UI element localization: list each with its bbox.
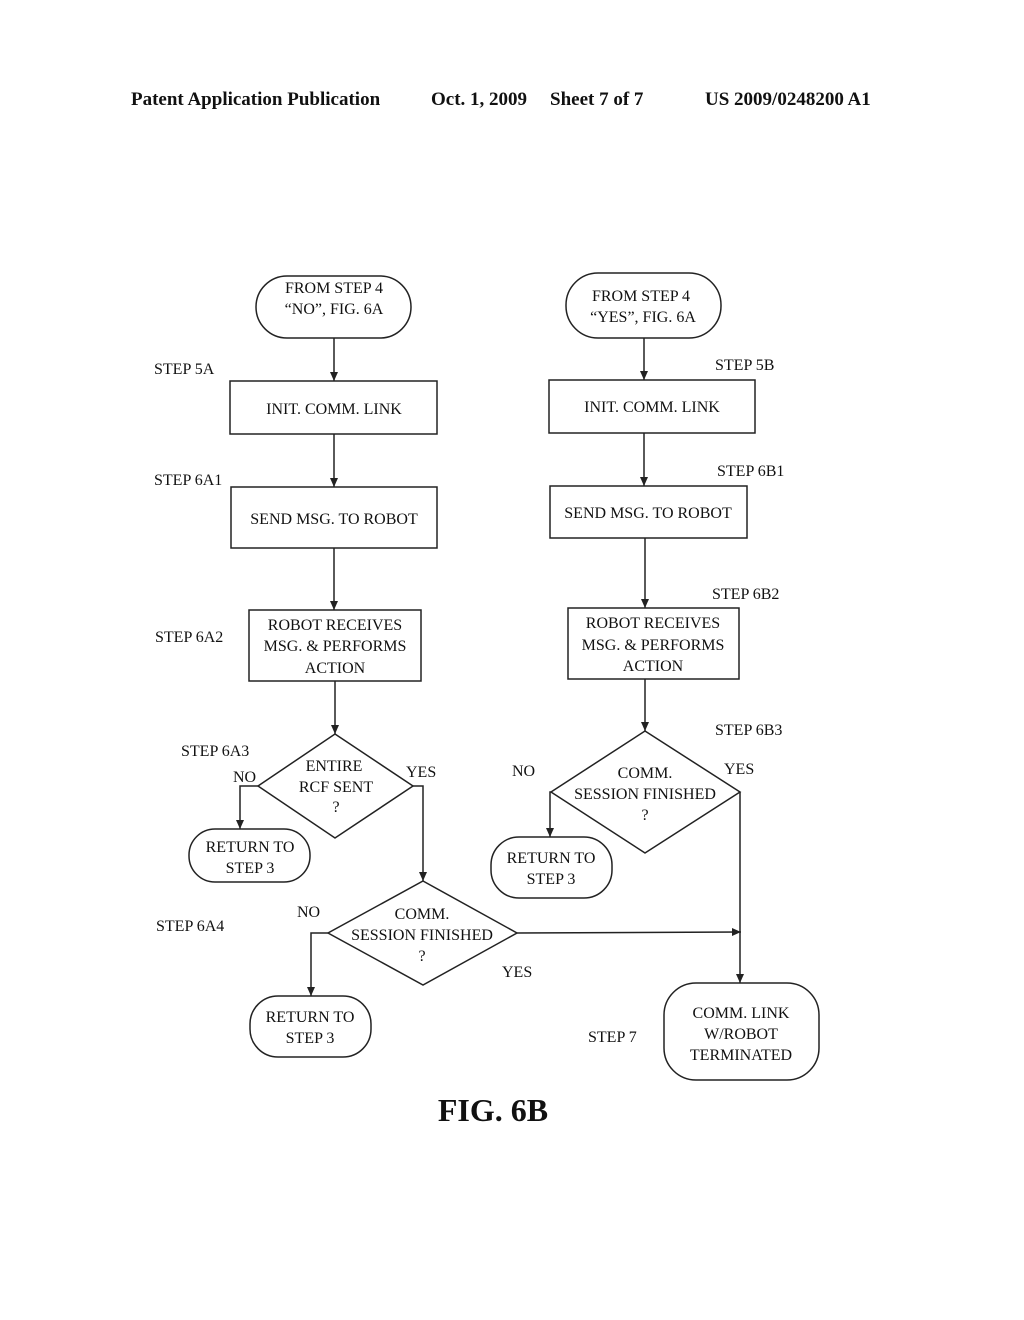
arrow-connector [307,932,328,996]
box-6a2-line1: ROBOT RECEIVES [268,617,402,634]
step-label-6a1: STEP 6A1 [154,472,222,489]
arrow-connector [236,785,258,829]
box-6b2-line2: MSG. & PERFORMS [582,637,725,654]
terminal-start-left: FROM STEP 4 “NO”, FIG. 6A [255,275,412,339]
terminal-return-b3: RETURN TO STEP 3 [490,836,613,899]
decision-6a4-yes-label: YES [502,964,532,981]
flowchart: FROM STEP 4 “NO”, FIG. 6A STEP 5A INIT. … [154,272,820,1128]
decision-6b3-line2: SESSION FINISHED [574,786,716,803]
box-5b-text: INIT. COMM. LINK [584,399,720,416]
terminal-return-a4: RETURN TO STEP 3 [249,995,372,1058]
return-a3-line2: STEP 3 [226,860,275,877]
step-7-line3: TERMINATED [690,1047,792,1064]
terminal-step-7: COMM. LINK W/ROBOT TERMINATED [663,982,820,1081]
return-b3-line1: RETURN TO [507,850,596,867]
decision-6b3-line1: COMM. [618,765,673,782]
decision-6a3-line3: ? [332,799,339,816]
step-label-6b1: STEP 6B1 [717,463,784,480]
box-6b2-line1: ROBOT RECEIVES [586,615,720,632]
process-box-5a: INIT. COMM. LINK [229,380,438,435]
decision-6b3-no-label: NO [512,763,535,780]
decision-6a4-line1: COMM. [395,906,450,923]
decision-6b3-line3: ? [641,807,648,824]
step-label-5a: STEP 5A [154,361,215,378]
step-label-7: STEP 7 [588,1029,637,1046]
decision-6a4-no-label: NO [297,904,320,921]
return-b3-line2: STEP 3 [527,871,576,888]
arrow-connector [546,791,554,837]
decision-6a3-line2: RCF SENT [299,779,373,796]
step-label-6a3: STEP 6A3 [181,743,249,760]
return-a3-line1: RETURN TO [206,839,295,856]
process-box-6a1: SEND MSG. TO ROBOT [230,486,438,549]
decision-6a4-line2: SESSION FINISHED [351,927,493,944]
process-box-5b: INIT. COMM. LINK [548,379,756,434]
step-label-6b3: STEP 6B3 [715,722,782,739]
start-left-line1: FROM STEP 4 [285,280,383,297]
decision-6a3-line1: ENTIRE [306,758,363,775]
decision-6a3-yes-label: YES [406,764,436,781]
start-right-line1: FROM STEP 4 [592,288,690,305]
box-6a1-text: SEND MSG. TO ROBOT [250,511,418,528]
step-label-6a4: STEP 6A4 [156,918,224,935]
decision-6a3-no-label: NO [233,769,256,786]
arrow-connector [516,928,742,937]
step-7-line2: W/ROBOT [704,1026,778,1043]
box-6b1-text: SEND MSG. TO ROBOT [564,505,732,522]
step-label-5b: STEP 5B [715,357,774,374]
decision-6a4: COMM. SESSION FINISHED ? [326,880,519,986]
decision-6b3-yes-label: YES [724,761,754,778]
box-5a-text: INIT. COMM. LINK [266,401,402,418]
step-label-6a2: STEP 6A2 [155,629,223,646]
terminal-start-right: FROM STEP 4 “YES”, FIG. 6A [565,272,722,339]
step-label-6b2: STEP 6B2 [712,586,779,603]
box-6a2-line2: MSG. & PERFORMS [264,638,407,655]
return-a4-line2: STEP 3 [286,1030,335,1047]
decision-6a4-line3: ? [418,948,425,965]
return-a4-line1: RETURN TO [266,1009,355,1026]
decision-6b3: COMM. SESSION FINISHED ? [549,730,742,854]
figure-label: FIG. 6B [438,1092,548,1128]
arrow-connector [413,785,427,881]
start-left-line2: “NO”, FIG. 6A [285,301,384,318]
process-box-6b1: SEND MSG. TO ROBOT [549,485,748,539]
start-right-line2: “YES”, FIG. 6A [590,309,696,326]
box-6a2-line3: ACTION [305,660,366,677]
process-box-6b2: ROBOT RECEIVES MSG. & PERFORMS ACTION [567,607,740,680]
box-6b2-line3: ACTION [623,658,684,675]
terminal-return-a3: RETURN TO STEP 3 [188,828,311,883]
process-box-6a2: ROBOT RECEIVES MSG. & PERFORMS ACTION [248,609,422,682]
step-7-line1: COMM. LINK [693,1005,790,1022]
decision-6a3: ENTIRE RCF SENT ? [256,733,415,839]
